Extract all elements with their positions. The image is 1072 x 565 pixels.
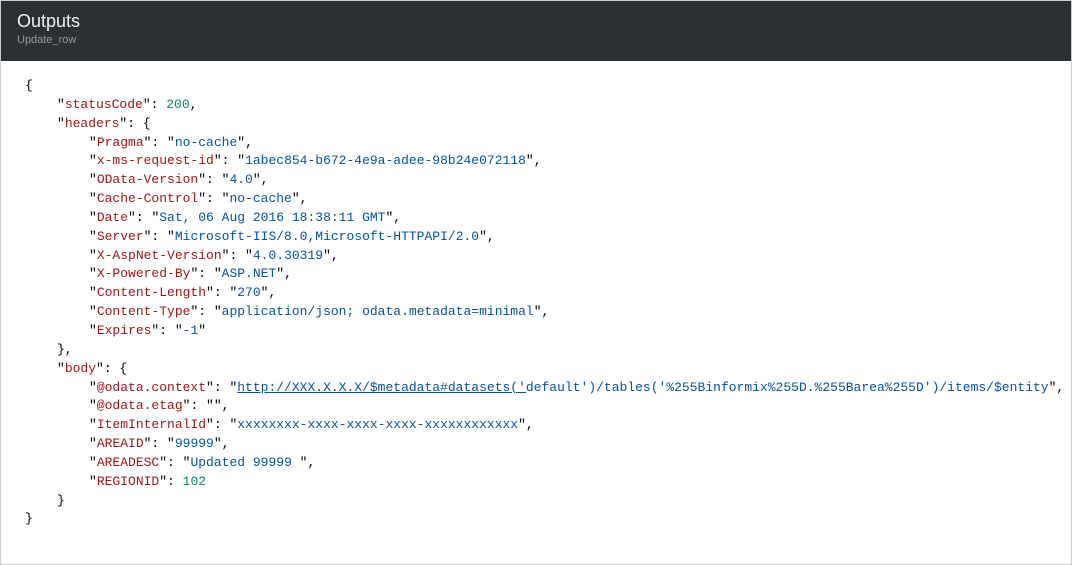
- json-string: 4.0: [229, 172, 252, 187]
- json-key: REGIONID: [97, 474, 159, 489]
- json-key: AREADESC: [97, 455, 159, 470]
- json-viewer: { "statusCode": 200, "headers": { "Pragm…: [1, 61, 1071, 545]
- json-key: @odata.context: [97, 380, 206, 395]
- json-string: 1abec854-b672-4e9a-adee-98b24e072118: [245, 153, 526, 168]
- json-number: 102: [183, 474, 206, 489]
- json-key: Pragma: [97, 135, 144, 150]
- json-key: @odata.etag: [97, 398, 183, 413]
- json-key: Content-Length: [97, 285, 206, 300]
- json-string: no-cache: [175, 135, 237, 150]
- json-string: application/json; odata.metadata=minimal: [222, 304, 534, 319]
- json-key: OData-Version: [97, 172, 198, 187]
- json-key: Date: [97, 210, 128, 225]
- json-string: 4.0.30319: [253, 248, 323, 263]
- panel-title: Outputs: [17, 11, 1055, 32]
- odata-context-link[interactable]: http://XXX.X.X.X/$metadata#datasets(': [237, 380, 526, 395]
- json-string: Microsoft-IIS/8.0,Microsoft-HTTPAPI/2.0: [175, 229, 479, 244]
- json-string: ASP.NET: [222, 266, 277, 281]
- json-string: -1: [183, 323, 199, 338]
- json-key: headers: [65, 116, 120, 131]
- panel-subtitle: Update_row: [17, 34, 1055, 46]
- json-string: Updated 99999: [190, 455, 299, 470]
- panel-header: Outputs Update_row: [1, 1, 1071, 61]
- json-key: Cache-Control: [97, 191, 198, 206]
- json-string: xxxxxxxx-xxxx-xxxx-xxxx-xxxxxxxxxxxx: [237, 417, 518, 432]
- json-key: X-AspNet-Version: [97, 248, 222, 263]
- json-string: Sat, 06 Aug 2016 18:38:11 GMT: [159, 210, 385, 225]
- json-key: body: [65, 361, 96, 376]
- json-string: default')/tables('%255Binformix%255D.%25…: [526, 380, 1049, 395]
- json-key: ItemInternalId: [97, 417, 206, 432]
- json-key: x-ms-request-id: [97, 153, 214, 168]
- json-string: no-cache: [229, 191, 291, 206]
- json-key: Expires: [97, 323, 152, 338]
- json-key: statusCode: [65, 97, 143, 112]
- json-key: AREAID: [97, 436, 144, 451]
- json-string: 270: [237, 285, 260, 300]
- json-key: X-Powered-By: [97, 266, 191, 281]
- json-key: Content-Type: [97, 304, 191, 319]
- json-key: Server: [97, 229, 144, 244]
- json-string: 99999: [175, 436, 214, 451]
- json-number: 200: [166, 97, 189, 112]
